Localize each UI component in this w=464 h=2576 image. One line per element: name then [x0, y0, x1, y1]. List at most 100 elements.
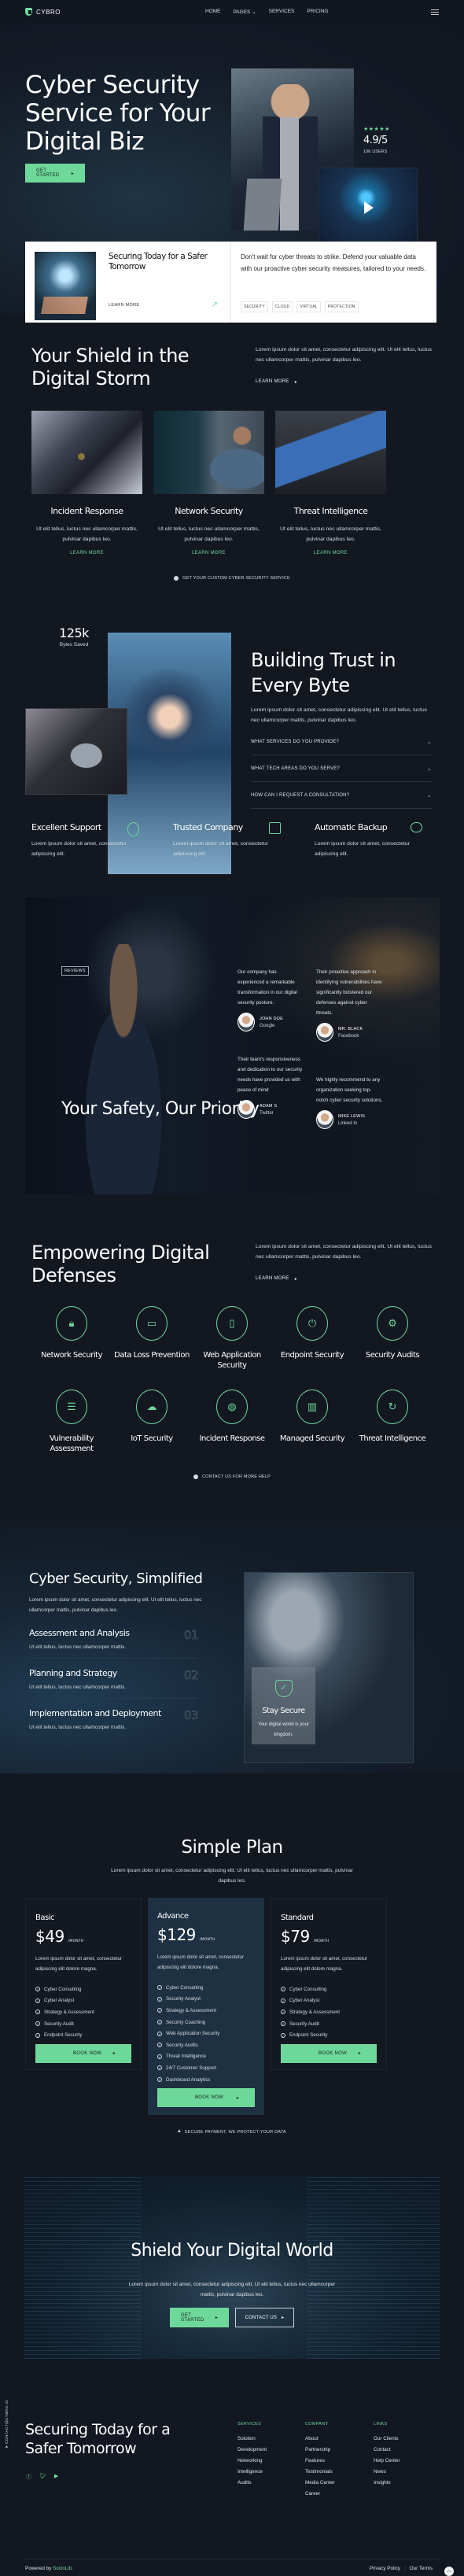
service-card-title: Incident Response	[50, 506, 123, 516]
footer-link[interactable]: Media Center	[305, 2480, 335, 2491]
chat-icon	[193, 1474, 198, 1479]
check-circle-icon: ✓	[35, 2032, 40, 2038]
faq-item[interactable]: HOW CAN I REQUEST A CONSULTATION? ⌄	[251, 782, 432, 809]
contact-us-button[interactable]: CONTACT US ▸	[235, 2308, 294, 2327]
plan-feature-label: Cyber Analyst	[44, 1998, 75, 2004]
service-item[interactable]: 🔒︎ Network Security	[31, 1306, 112, 1371]
reviews-title: Your Safety, Our Priority	[61, 1099, 260, 1119]
shield-title: Your Shield in the Digital Storm	[31, 345, 190, 389]
footer-link[interactable]: Development	[238, 2447, 267, 2458]
tag[interactable]: SECURITY	[241, 301, 268, 312]
lock-icon: 🔒︎	[56, 1306, 87, 1341]
scroll-to-top-button[interactable]: ︿	[444, 2567, 454, 2576]
service-item[interactable]: ☁ IoT Security	[112, 1389, 192, 1454]
faq-item[interactable]: WHAT SERVICES DO YOU PROVIDE? ⌄	[251, 729, 432, 755]
service-item[interactable]: ▥ Managed Security	[272, 1389, 352, 1454]
book-now-button[interactable]: BOOK NOW ▸	[35, 2043, 131, 2063]
nav-link-home[interactable]: HOME	[205, 9, 221, 15]
info-learn-more-link[interactable]: LEARN MORE	[109, 303, 221, 312]
shield-learn-more-link[interactable]: LEARN MORE ▸	[256, 379, 433, 385]
cta-get-started-button[interactable]: GET STARTED ▸	[170, 2308, 229, 2327]
review-author: MIKE LEWIS	[338, 1113, 366, 1119]
code-background	[24, 2176, 142, 2359]
nav-link-pricing[interactable]: PRICING	[307, 9, 328, 15]
footer-link[interactable]: Features	[305, 2458, 335, 2469]
footer-link[interactable]: Testimonials	[305, 2469, 335, 2480]
pricing-description: Lorem ipsum dolor sit amet, consectetur …	[111, 1868, 353, 1884]
youtube-icon[interactable]: ▶	[54, 2473, 58, 2481]
check-circle-icon: ✓	[281, 1998, 285, 2003]
plan-feature: ✓ Cyber Analyst	[35, 1995, 131, 2007]
hero-title: Cyber Security Service for Your Digital …	[25, 71, 211, 156]
plan-feature-label: Security Audit	[44, 2021, 74, 2027]
service-item[interactable]: ⏻ Endpoint Security	[272, 1306, 352, 1371]
service-item[interactable]: ↻ Threat Intelligence	[352, 1389, 433, 1454]
plan-feature: ✓ Threat Intelligence	[157, 2051, 255, 2063]
footer-link[interactable]: Help Center	[374, 2458, 400, 2469]
facebook-icon[interactable]: ⓕ	[26, 2473, 31, 2481]
service-card-learn-more[interactable]: LEARN MORE	[31, 551, 142, 555]
plan-feature: ✓ Cyber Consulting	[35, 1984, 131, 1995]
tag[interactable]: PROTECTION	[324, 301, 359, 312]
plan-feature: ✓ Security Audit	[281, 2018, 377, 2030]
footer-link[interactable]: Career	[305, 2491, 335, 2502]
devices-icon: ▯	[216, 1306, 248, 1341]
caret-right-icon: ▸	[71, 171, 74, 176]
hamburger-menu-icon[interactable]	[431, 8, 439, 17]
footer-link[interactable]: Networking	[238, 2458, 267, 2469]
service-item[interactable]: ▯ Web Application Security	[192, 1306, 272, 1371]
footer-link[interactable]: Insights	[374, 2480, 400, 2491]
tag[interactable]: VIRTUAL	[296, 301, 321, 312]
footer-link[interactable]: Audits	[238, 2480, 267, 2491]
terms-link[interactable]: Our Terms	[410, 2566, 433, 2571]
tag[interactable]: CLOUD	[271, 301, 293, 312]
step-title: Assessment and Analysis	[29, 1628, 130, 1638]
vertical-contact-email[interactable]: ➤ CONTACT@CYBRO.IO	[6, 2400, 9, 2449]
review-author: ADAM S	[260, 1103, 278, 1109]
service-card: Incident Response Ut elit tellus, luctus…	[31, 411, 142, 555]
powered-by-link[interactable]: SocioLib.	[53, 2566, 73, 2571]
privacy-policy-link[interactable]: Privacy Policy	[370, 2566, 400, 2571]
book-now-button[interactable]: BOOK NOW ▸	[281, 2043, 377, 2063]
footer-link[interactable]: Contact	[374, 2447, 400, 2458]
footer-link[interactable]: Solution	[238, 2436, 267, 2447]
review-text: Their team's responsiveness and dedicati…	[238, 1057, 303, 1093]
nav-link-services[interactable]: SERVICES	[269, 9, 295, 15]
custom-service-note[interactable]: GET YOUR CUSTOM CYBER SECURITY SERVICE	[31, 576, 433, 581]
plan-feature-label: Security Audits	[166, 2042, 198, 2048]
step-number: 02	[183, 1668, 199, 1683]
get-started-button[interactable]: GET STARTED ▸	[25, 164, 85, 183]
footer-links: Our Clients Contact Help Center News Insight…	[374, 2436, 400, 2491]
book-now-label: BOOK NOW	[319, 2050, 348, 2056]
service-card-title: Threat Intelligence	[293, 506, 368, 516]
service-item[interactable]: ▭ Data Loss Prevention	[112, 1306, 192, 1371]
chevron-up-icon: ︿	[446, 2569, 451, 2574]
service-card-learn-more[interactable]: LEARN MORE	[275, 551, 386, 555]
service-item[interactable]: ☰ Vulnerability Assessment	[31, 1389, 112, 1454]
feature-description: Lorem ipsum dolor sit amet, consectetur …	[173, 841, 268, 857]
footer-link[interactable]: News	[374, 2469, 400, 2480]
footer-column-services: SERVICES Solution Development Networking In…	[238, 2422, 267, 2491]
shield-description: Lorem ipsum dolor sit amet, consectetur …	[256, 347, 433, 363]
service-name: IoT Security	[131, 1434, 173, 1443]
service-item[interactable]: ⚙ Security Audits	[352, 1306, 433, 1371]
book-now-button[interactable]: BOOK NOW ▸	[157, 2088, 255, 2108]
footer-link[interactable]: Partnership	[305, 2447, 335, 2458]
empower-learn-more-link[interactable]: LEARN MORE ▸	[256, 1276, 433, 1282]
service-item[interactable]: ◍ Incident Response	[192, 1389, 272, 1454]
footer-link[interactable]: About	[305, 2436, 335, 2447]
feature-item: Automatic Backup Lorem ipsum dolor sit am…	[315, 822, 422, 859]
footer-link[interactable]: Our Clients	[374, 2436, 400, 2447]
step-title: Planning and Strategy	[29, 1668, 117, 1678]
faq-item[interactable]: WHAT TECH AREAS DO YOU SERVE? ⌄	[251, 755, 432, 782]
service-card-learn-more[interactable]: LEARN MORE	[153, 551, 264, 555]
caret-right-icon: ▸	[294, 1277, 297, 1282]
nav-link-pages[interactable]: PAGES ⌄	[233, 9, 256, 15]
arrow-up-right-icon[interactable]: ↗	[212, 301, 218, 309]
twitter-icon[interactable]: 🐦︎	[39, 2473, 46, 2481]
feature-item: Trusted Company Lorem ipsum dolor sit ame…	[173, 822, 281, 859]
footer-link[interactable]: Intelligence	[238, 2469, 267, 2480]
video-thumbnail[interactable]	[319, 168, 418, 246]
logo[interactable]: CYBRO	[25, 8, 61, 16]
contact-help-note[interactable]: CONTACT US FOR MORE HELP	[31, 1474, 433, 1479]
